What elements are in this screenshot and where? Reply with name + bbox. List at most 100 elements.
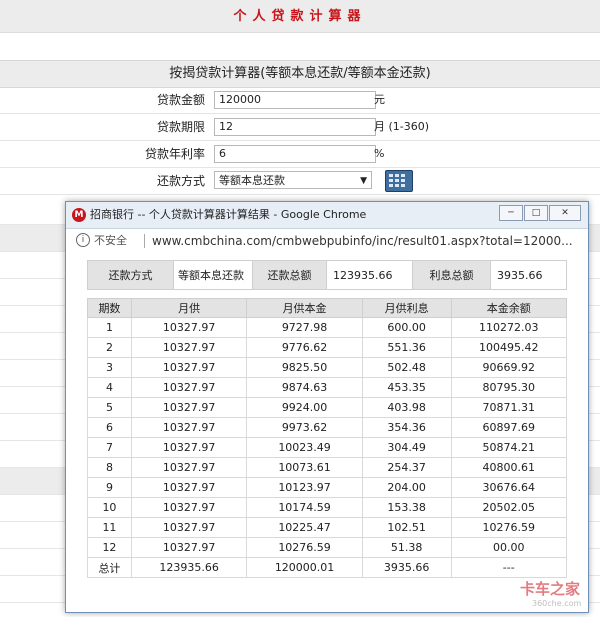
table-row: 11 10327.97 10225.47 102.51 10276.59 bbox=[87, 517, 568, 538]
table-row: 8 10327.97 10073.61 254.37 40800.61 bbox=[87, 457, 568, 478]
table-row: 6 10327.97 9973.62 354.36 60897.69 bbox=[87, 417, 568, 438]
divider bbox=[144, 234, 145, 248]
table-cell: 10225.47 bbox=[246, 517, 363, 538]
summary-method-label: 还款方式 bbox=[87, 260, 174, 290]
table-row: 2 10327.97 9776.62 551.36 100495.42 bbox=[87, 337, 568, 358]
table-cell: 00.00 bbox=[450, 537, 568, 558]
chevron-down-icon: ▼ bbox=[360, 176, 367, 186]
summary-method-value: 等额本息还款 bbox=[173, 260, 253, 290]
table-cell: 60897.69 bbox=[450, 417, 568, 438]
page-title-bar: 个人贷款计算器 bbox=[0, 0, 600, 33]
watermark-logo: 卡车之家 360che.com bbox=[520, 578, 581, 608]
schedule-table: 期数 月供 月供本金 月供利息 本金余额 1 10327.97 9727.98 600.00 1… bbox=[87, 298, 568, 578]
table-cell: 总计 bbox=[87, 557, 132, 578]
minimize-button[interactable]: ─ bbox=[499, 205, 523, 221]
table-cell: 10327.97 bbox=[130, 537, 248, 558]
table-cell: 10327.97 bbox=[130, 417, 248, 438]
table-cell: 10327.97 bbox=[130, 317, 248, 338]
table-cell: 254.37 bbox=[361, 457, 452, 478]
popup-title-bar[interactable]: M 招商银行 -- 个人贷款计算器计算结果 - Google Chrome ─ … bbox=[66, 202, 588, 229]
amount-unit: 元 bbox=[374, 93, 385, 106]
table-cell: 9924.00 bbox=[246, 397, 363, 418]
summary-total-label: 还款总额 bbox=[252, 260, 327, 290]
table-cell: 90669.92 bbox=[450, 357, 568, 378]
method-row: 还款方式 等额本息还款 ▼ bbox=[0, 168, 600, 195]
column-header: 月供利息 bbox=[361, 298, 452, 318]
info-icon[interactable]: i bbox=[76, 233, 90, 247]
rate-input[interactable] bbox=[214, 145, 376, 163]
column-header: 月供 bbox=[130, 298, 248, 318]
table-cell: 453.35 bbox=[361, 377, 452, 398]
insecure-label: 不安全 bbox=[94, 234, 127, 247]
table-cell: 10123.97 bbox=[246, 477, 363, 498]
table-cell: --- bbox=[450, 557, 568, 578]
table-cell: 10 bbox=[87, 497, 132, 518]
table-cell: 11 bbox=[87, 517, 132, 538]
table-cell: 5 bbox=[87, 397, 132, 418]
table-cell: 9825.50 bbox=[246, 357, 363, 378]
table-cell: 1 bbox=[87, 317, 132, 338]
table-cell: 600.00 bbox=[361, 317, 452, 338]
term-unit: 月 (1-360) bbox=[374, 120, 430, 133]
rate-row: 贷款年利率 % bbox=[0, 141, 600, 168]
table-cell: 100495.42 bbox=[450, 337, 568, 358]
table-row: 5 10327.97 9924.00 403.98 70871.31 bbox=[87, 397, 568, 418]
method-select[interactable]: 等额本息还款 ▼ bbox=[214, 171, 372, 189]
table-cell: 30676.64 bbox=[450, 477, 568, 498]
column-header: 本金余额 bbox=[450, 298, 568, 318]
watermark-sub: 360che.com bbox=[532, 599, 582, 608]
table-cell: 10327.97 bbox=[130, 437, 248, 458]
term-row: 贷款期限 月 (1-360) bbox=[0, 114, 600, 141]
amount-input[interactable] bbox=[214, 91, 376, 109]
table-cell: 10327.97 bbox=[130, 357, 248, 378]
summary-total-value: 123935.66 bbox=[326, 260, 413, 290]
table-row: 12 10327.97 10276.59 51.38 00.00 bbox=[87, 537, 568, 558]
url-text[interactable]: www.cmbchina.com/cmbwebpubinfo/inc/resul… bbox=[152, 230, 577, 252]
table-row: 4 10327.97 9874.63 453.35 80795.30 bbox=[87, 377, 568, 398]
cmb-logo-icon: M bbox=[72, 208, 86, 222]
table-cell: 51.38 bbox=[361, 537, 452, 558]
table-cell: 2 bbox=[87, 337, 132, 358]
table-row: 3 10327.97 9825.50 502.48 90669.92 bbox=[87, 357, 568, 378]
table-cell: 40800.61 bbox=[450, 457, 568, 478]
table-row: 10 10327.97 10174.59 153.38 20502.05 bbox=[87, 497, 568, 518]
column-header: 期数 bbox=[87, 298, 132, 318]
table-cell: 304.49 bbox=[361, 437, 452, 458]
rate-label: 贷款年利率 bbox=[144, 147, 205, 161]
maximize-button[interactable]: □ bbox=[524, 205, 548, 221]
amount-label: 贷款金额 bbox=[156, 93, 205, 107]
table-cell: 10327.97 bbox=[130, 457, 248, 478]
table-row: 9 10327.97 10123.97 204.00 30676.64 bbox=[87, 477, 568, 498]
table-cell: 6 bbox=[87, 417, 132, 438]
column-header: 月供本金 bbox=[246, 298, 363, 318]
table-cell: 354.36 bbox=[361, 417, 452, 438]
table-cell: 80795.30 bbox=[450, 377, 568, 398]
popup-title: 招商银行 -- 个人贷款计算器计算结果 - Google Chrome bbox=[90, 208, 367, 221]
table-row: 1 10327.97 9727.98 600.00 110272.03 bbox=[87, 317, 568, 338]
calculator-icon[interactable] bbox=[385, 170, 413, 192]
table-cell: 204.00 bbox=[361, 477, 452, 498]
table-cell: 8 bbox=[87, 457, 132, 478]
summary-interest-label: 利息总额 bbox=[412, 260, 491, 290]
address-bar[interactable]: i 不安全 www.cmbchina.com/cmbwebpubinfo/inc… bbox=[72, 230, 582, 252]
summary-table: 还款方式 等额本息还款 还款总额 123935.66 利息总额 3935.66 bbox=[87, 260, 567, 290]
table-cell: 110272.03 bbox=[450, 317, 568, 338]
table-cell: 10174.59 bbox=[246, 497, 363, 518]
table-cell: 12 bbox=[87, 537, 132, 558]
table-cell: 102.51 bbox=[361, 517, 452, 538]
table-cell: 502.48 bbox=[361, 357, 452, 378]
table-cell: 10327.97 bbox=[130, 377, 248, 398]
term-input[interactable] bbox=[214, 118, 376, 136]
rate-unit: % bbox=[374, 147, 385, 160]
result-popup-window[interactable]: M 招商银行 -- 个人贷款计算器计算结果 - Google Chrome ─ … bbox=[65, 201, 589, 613]
section-title: 按揭贷款计算器(等额本息还款/等额本金还款) bbox=[0, 60, 600, 88]
watermark-text: 卡车之家 bbox=[520, 580, 581, 598]
table-cell: 10327.97 bbox=[130, 337, 248, 358]
page-title: 个人贷款计算器 bbox=[233, 9, 367, 24]
table-cell: 123935.66 bbox=[130, 557, 248, 578]
table-cell: 10023.49 bbox=[246, 437, 363, 458]
table-cell: 10276.59 bbox=[450, 517, 568, 538]
table-cell: 551.36 bbox=[361, 337, 452, 358]
table-cell: 10327.97 bbox=[130, 477, 248, 498]
close-button[interactable]: ✕ bbox=[549, 205, 581, 221]
